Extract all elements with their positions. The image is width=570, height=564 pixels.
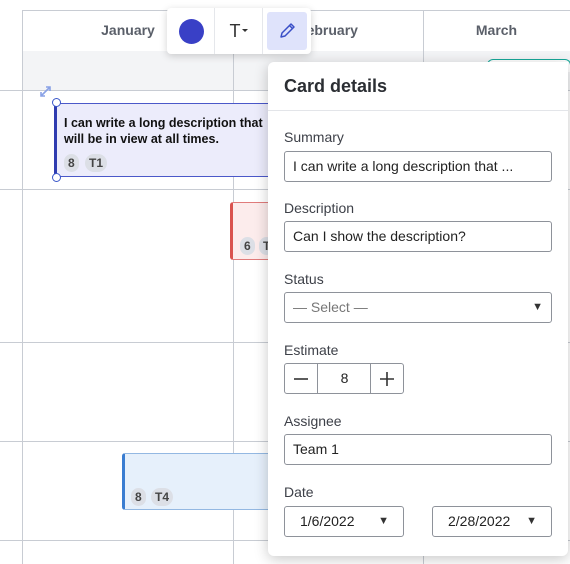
toolbar-divider (262, 8, 263, 54)
timeline-card-selected[interactable]: I can write a long description that will… (54, 103, 284, 177)
estimate-chip: 6 (240, 237, 255, 255)
month-march: March (475, 22, 518, 38)
estimate-stepper: 8 (284, 363, 404, 394)
start-date-select[interactable]: 1/6/2022 ▼ (284, 506, 404, 537)
color-swatch-icon (178, 18, 204, 44)
edit-card-button[interactable] (267, 12, 307, 50)
assignee-input[interactable]: Team 1 (284, 434, 552, 465)
pencil-icon (280, 23, 295, 38)
estimate-chip: 8 (64, 154, 79, 172)
text-format-icon: T (229, 20, 241, 41)
status-label: Status (284, 271, 324, 287)
board-left-border (22, 10, 23, 564)
timeline-card[interactable]: 8 T4 (122, 453, 282, 510)
team-chip: T4 (151, 488, 174, 506)
summary-input[interactable]: I can write a long description that ... (284, 151, 552, 182)
caret-down-icon: ▼ (378, 515, 389, 527)
card-details-panel: Card details Summary I can write a long … (268, 62, 568, 556)
team-chip: T1 (85, 154, 108, 172)
estimate-chip: 8 (131, 488, 146, 506)
move-handle-icon[interactable] (38, 84, 54, 100)
start-date-value: 1/6/2022 (300, 513, 355, 529)
chevron-down-icon (241, 29, 248, 32)
status-select[interactable]: — Select — ▼ (284, 292, 552, 323)
estimate-value[interactable]: 8 (318, 364, 371, 393)
color-picker-button[interactable] (171, 12, 211, 50)
summary-label: Summary (284, 129, 344, 145)
estimate-label: Estimate (284, 342, 339, 358)
increment-button[interactable] (370, 364, 403, 393)
card-toolbar: T (167, 8, 311, 54)
decrement-button[interactable] (285, 364, 318, 393)
date-label: Date (284, 484, 314, 500)
minus-icon (294, 378, 308, 380)
description-label: Description (284, 200, 355, 216)
end-date-select[interactable]: 2/28/2022 ▼ (432, 506, 552, 537)
description-input[interactable]: Can I show the description? (284, 221, 552, 252)
end-date-value: 2/28/2022 (448, 513, 511, 529)
plus-icon (380, 372, 394, 386)
toolbar-divider (214, 8, 215, 54)
assignee-label: Assignee (284, 413, 342, 429)
text-format-button[interactable]: T (219, 12, 259, 50)
card-title: I can write a long description that will… (64, 116, 263, 146)
resize-handle-bottom[interactable] (52, 173, 61, 182)
panel-divider (268, 110, 568, 111)
panel-title: Card details (284, 76, 388, 96)
caret-down-icon: ▼ (532, 301, 543, 313)
status-select-value: — Select — (293, 299, 368, 315)
caret-down-icon: ▼ (526, 515, 537, 527)
